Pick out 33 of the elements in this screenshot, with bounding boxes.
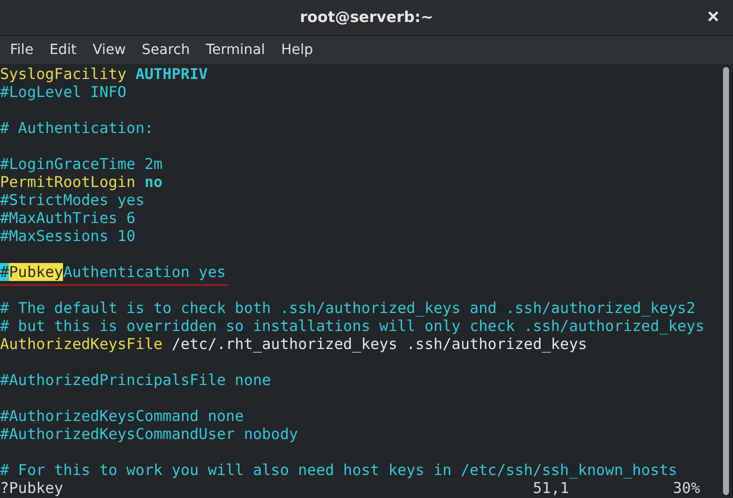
menu-item[interactable]: Terminal — [198, 40, 274, 60]
scroll-percent: 30% — [672, 479, 700, 497]
menu-item[interactable]: Help — [273, 40, 321, 60]
code-text: #LogLevel INFO — [0, 83, 126, 101]
code-text: #StrictModes yes — [0, 191, 144, 209]
menu-item[interactable]: Search — [134, 40, 198, 60]
scrollbar-thumb[interactable] — [722, 67, 728, 495]
code-text: #LoginGraceTime 2m — [0, 155, 163, 173]
code-text: # For this to work you will also need host keys in /etc/ssh/ssh_known_hosts — [0, 461, 678, 479]
cursor: # — [0, 263, 10, 281]
code-text: AuthorizedKeysFile — [0, 335, 163, 353]
code-text: PermitRootLogin — [0, 173, 136, 191]
menu-item[interactable]: File — [2, 40, 42, 60]
code-text: Authentication yes — [63, 263, 226, 281]
code-text: #MaxSessions 10 — [0, 227, 136, 245]
close-button[interactable]: × — [705, 7, 721, 27]
menu-item[interactable]: View — [84, 40, 134, 60]
code-text: # Authentication: — [0, 119, 154, 137]
code-text: #AuthorizedKeysCommand none — [0, 407, 244, 425]
code-text: /etc/.rht_authorized_keys .ssh/authorized_keys — [170, 335, 588, 353]
cursor-position: 51,1 — [532, 479, 570, 497]
command-line: ?Pubkey — [0, 479, 64, 497]
window-title: root@serverb:~ — [300, 7, 434, 28]
code-text: no — [144, 173, 163, 191]
code-text: # The default is to check both .ssh/authorized_keys and .ssh/authorized_keys2 — [0, 299, 696, 317]
code-text: #AuthorizedKeysCommandUser nobody — [0, 425, 298, 443]
code-text: #AuthorizedPrincipalsFile none — [0, 371, 271, 389]
code-text: #MaxAuthTries 6 — [0, 209, 136, 227]
menu-item[interactable]: Edit — [41, 40, 85, 60]
code-text: # but this is overridden so installations will only check .ssh/authorized_keys — [0, 317, 704, 335]
code-text: SyslogFacility — [0, 65, 128, 83]
search-match: Pubkey — [9, 263, 64, 281]
code-text: AUTHPRIV — [135, 65, 208, 83]
